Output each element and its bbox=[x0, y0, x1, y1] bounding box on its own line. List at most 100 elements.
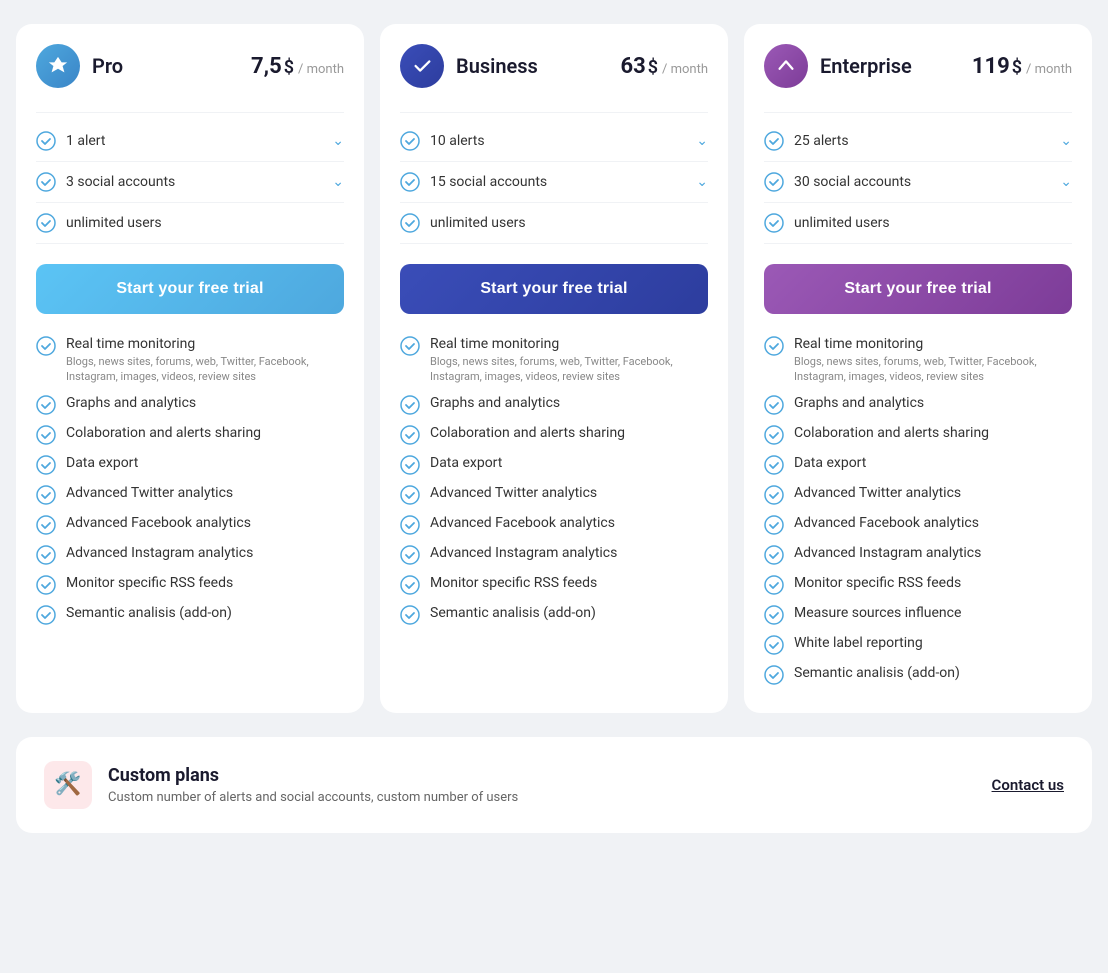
feature-item-text-business-1: Graphs and analytics bbox=[430, 395, 560, 411]
feature-text-wrap-enterprise-2: Colaboration and alerts sharing bbox=[794, 425, 989, 441]
feature-item-text-business-5: Advanced Facebook analytics bbox=[430, 515, 615, 531]
feature-text-wrap-business-2: Colaboration and alerts sharing bbox=[430, 425, 625, 441]
header-feature-row-pro-2: unlimited users bbox=[36, 203, 344, 244]
feature-text-wrap-pro-5: Advanced Facebook analytics bbox=[66, 515, 251, 531]
price-amount-business: 63 bbox=[620, 54, 645, 79]
price-currency-enterprise: $ bbox=[1012, 57, 1022, 78]
feature-text-wrap-business-7: Monitor specific RSS feeds bbox=[430, 575, 597, 591]
feature-text-wrap-business-3: Data export bbox=[430, 455, 502, 471]
feature-text-wrap-pro-4: Advanced Twitter analytics bbox=[66, 485, 233, 501]
feature-item-text-business-7: Monitor specific RSS feeds bbox=[430, 575, 597, 591]
feature-item-text-enterprise-7: Monitor specific RSS feeds bbox=[794, 575, 961, 591]
plan-header-business: Business63 $/ month bbox=[400, 44, 708, 88]
feature-item-text-business-4: Advanced Twitter analytics bbox=[430, 485, 597, 501]
header-feature-row-pro-1: 3 social accounts⌄ bbox=[36, 162, 344, 203]
feature-text-wrap-pro-8: Semantic analisis (add-on) bbox=[66, 605, 232, 621]
feature-text-wrap-enterprise-0: Real time monitoringBlogs, news sites, f… bbox=[794, 336, 1072, 385]
custom-plan-text: Custom plans Custom number of alerts and… bbox=[108, 765, 518, 805]
feature-item-business-4: Advanced Twitter analytics bbox=[400, 485, 708, 505]
header-feature-label-enterprise-0: 25 alerts bbox=[794, 133, 849, 149]
feature-item-enterprise-8: Measure sources influence bbox=[764, 605, 1072, 625]
header-feature-left-business-2: unlimited users bbox=[400, 213, 526, 233]
feature-item-enterprise-4: Advanced Twitter analytics bbox=[764, 485, 1072, 505]
plan-price-enterprise: 119 $/ month bbox=[972, 54, 1072, 79]
plan-card-business: Business63 $/ month 10 alerts⌄ 15 social… bbox=[380, 24, 728, 713]
header-feature-label-pro-2: unlimited users bbox=[66, 215, 162, 231]
feature-item-text-pro-2: Colaboration and alerts sharing bbox=[66, 425, 261, 441]
features-list-enterprise: Real time monitoringBlogs, news sites, f… bbox=[764, 336, 1072, 685]
feature-item-business-7: Monitor specific RSS feeds bbox=[400, 575, 708, 595]
chevron-icon-business-1: ⌄ bbox=[696, 174, 708, 190]
feature-item-text-enterprise-5: Advanced Facebook analytics bbox=[794, 515, 979, 531]
feature-item-pro-4: Advanced Twitter analytics bbox=[36, 485, 344, 505]
feature-text-wrap-pro-1: Graphs and analytics bbox=[66, 395, 196, 411]
price-currency-pro: $ bbox=[284, 57, 294, 78]
trial-button-pro[interactable]: Start your free trial bbox=[36, 264, 344, 314]
header-feature-label-pro-0: 1 alert bbox=[66, 133, 105, 149]
feature-sub-text-business-0: Blogs, news sites, forums, web, Twitter,… bbox=[430, 354, 708, 385]
feature-text-wrap-pro-7: Monitor specific RSS feeds bbox=[66, 575, 233, 591]
feature-item-enterprise-1: Graphs and analytics bbox=[764, 395, 1072, 415]
custom-plan-info: 🛠️ Custom plans Custom number of alerts … bbox=[44, 761, 518, 809]
contact-us-link[interactable]: Contact us bbox=[992, 776, 1064, 794]
feature-text-wrap-business-8: Semantic analisis (add-on) bbox=[430, 605, 596, 621]
header-feature-row-business-2: unlimited users bbox=[400, 203, 708, 244]
header-feature-left-pro-2: unlimited users bbox=[36, 213, 162, 233]
divider bbox=[36, 112, 344, 113]
header-feature-left-business-0: 10 alerts bbox=[400, 131, 485, 151]
feature-item-text-pro-5: Advanced Facebook analytics bbox=[66, 515, 251, 531]
header-feature-row-enterprise-0: 25 alerts⌄ bbox=[764, 121, 1072, 162]
feature-item-text-enterprise-0: Real time monitoring bbox=[794, 336, 1072, 352]
feature-sub-text-pro-0: Blogs, news sites, forums, web, Twitter,… bbox=[66, 354, 344, 385]
feature-item-enterprise-6: Advanced Instagram analytics bbox=[764, 545, 1072, 565]
trial-button-business[interactable]: Start your free trial bbox=[400, 264, 708, 314]
header-feature-row-business-1: 15 social accounts ⌄ bbox=[400, 162, 708, 203]
header-feature-row-business-0: 10 alerts⌄ bbox=[400, 121, 708, 162]
feature-item-pro-2: Colaboration and alerts sharing bbox=[36, 425, 344, 445]
feature-item-text-pro-8: Semantic analisis (add-on) bbox=[66, 605, 232, 621]
feature-item-text-enterprise-1: Graphs and analytics bbox=[794, 395, 924, 411]
feature-item-business-8: Semantic analisis (add-on) bbox=[400, 605, 708, 625]
plan-header-enterprise: Enterprise119 $/ month bbox=[764, 44, 1072, 88]
feature-text-wrap-enterprise-3: Data export bbox=[794, 455, 866, 471]
feature-item-text-enterprise-2: Colaboration and alerts sharing bbox=[794, 425, 989, 441]
feature-text-wrap-enterprise-5: Advanced Facebook analytics bbox=[794, 515, 979, 531]
feature-item-text-enterprise-4: Advanced Twitter analytics bbox=[794, 485, 961, 501]
header-feature-left-pro-1: 3 social accounts bbox=[36, 172, 175, 192]
feature-item-text-enterprise-9: White label reporting bbox=[794, 635, 923, 651]
price-currency-business: $ bbox=[648, 57, 658, 78]
plan-card-pro: Pro7,5 $/ month 1 alert⌄ 3 social accoun… bbox=[16, 24, 364, 713]
feature-item-business-0: Real time monitoringBlogs, news sites, f… bbox=[400, 336, 708, 385]
feature-text-wrap-pro-3: Data export bbox=[66, 455, 138, 471]
plan-icon-enterprise bbox=[764, 44, 808, 88]
trial-button-enterprise[interactable]: Start your free trial bbox=[764, 264, 1072, 314]
feature-item-pro-6: Advanced Instagram analytics bbox=[36, 545, 344, 565]
feature-text-wrap-pro-6: Advanced Instagram analytics bbox=[66, 545, 253, 561]
divider bbox=[764, 112, 1072, 113]
header-feature-label-enterprise-2: unlimited users bbox=[794, 215, 890, 231]
feature-item-text-business-8: Semantic analisis (add-on) bbox=[430, 605, 596, 621]
feature-text-wrap-enterprise-7: Monitor specific RSS feeds bbox=[794, 575, 961, 591]
chevron-icon-enterprise-1: ⌄ bbox=[1060, 174, 1072, 190]
feature-item-enterprise-3: Data export bbox=[764, 455, 1072, 475]
divider bbox=[400, 112, 708, 113]
feature-text-wrap-pro-2: Colaboration and alerts sharing bbox=[66, 425, 261, 441]
header-feature-label-business-1: 15 social accounts bbox=[430, 174, 547, 190]
feature-item-text-business-3: Data export bbox=[430, 455, 502, 471]
chevron-icon-pro-0: ⌄ bbox=[332, 133, 344, 149]
feature-item-business-3: Data export bbox=[400, 455, 708, 475]
header-feature-label-business-2: unlimited users bbox=[430, 215, 526, 231]
feature-text-wrap-business-6: Advanced Instagram analytics bbox=[430, 545, 617, 561]
feature-text-wrap-enterprise-1: Graphs and analytics bbox=[794, 395, 924, 411]
header-feature-label-business-0: 10 alerts bbox=[430, 133, 485, 149]
feature-item-text-pro-1: Graphs and analytics bbox=[66, 395, 196, 411]
price-period-pro: / month bbox=[298, 62, 344, 77]
feature-text-wrap-business-5: Advanced Facebook analytics bbox=[430, 515, 615, 531]
feature-item-business-1: Graphs and analytics bbox=[400, 395, 708, 415]
plan-name-pro: Pro bbox=[92, 54, 123, 78]
header-feature-left-enterprise-0: 25 alerts bbox=[764, 131, 849, 151]
feature-text-wrap-enterprise-8: Measure sources influence bbox=[794, 605, 961, 621]
custom-plan-icon: 🛠️ bbox=[44, 761, 92, 809]
price-period-enterprise: / month bbox=[1026, 62, 1072, 77]
feature-text-wrap-business-0: Real time monitoringBlogs, news sites, f… bbox=[430, 336, 708, 385]
